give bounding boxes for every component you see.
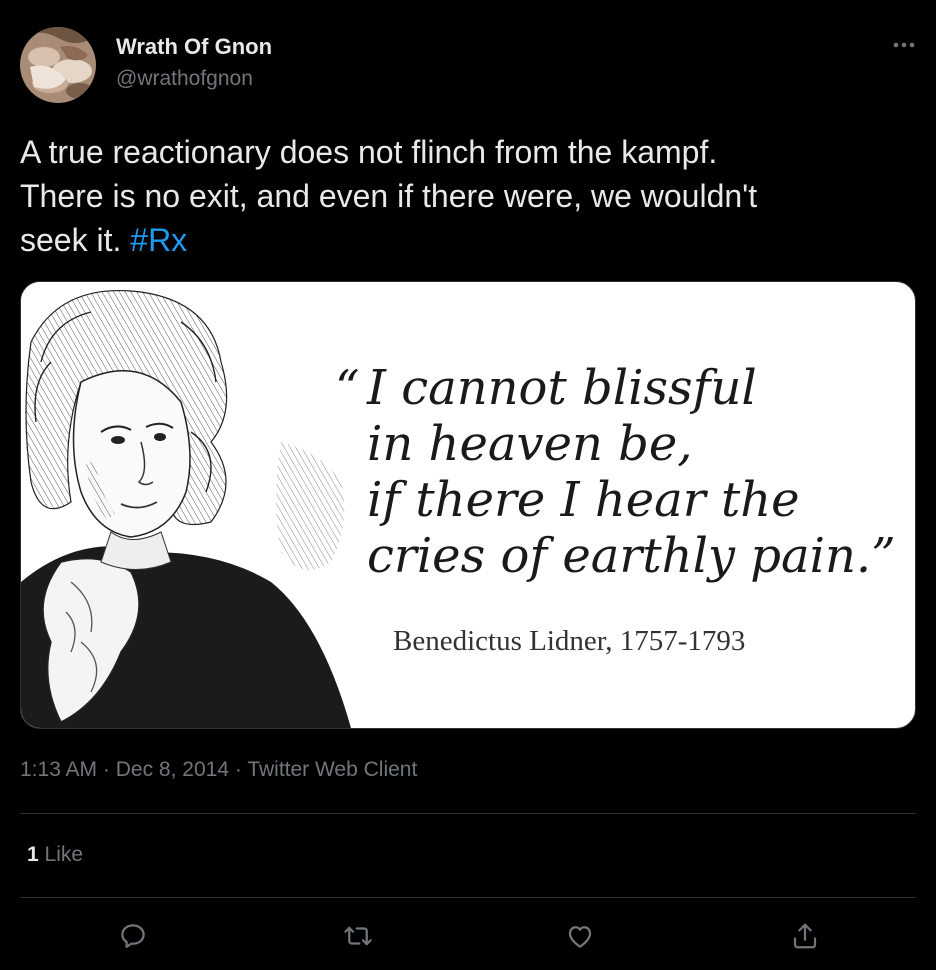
heart-icon <box>568 926 592 948</box>
tweet-client[interactable]: Twitter Web Client <box>247 758 417 781</box>
tweet-text-fragment: seek it. <box>20 222 131 258</box>
quote-line: cries of earthly pain.” <box>367 528 896 584</box>
quote-line-text: I cannot blissful <box>367 360 757 416</box>
tweet-text-line: A true reactionary does not flinch from … <box>20 134 718 170</box>
avatar-image <box>20 27 96 103</box>
quote-open-mark: “ <box>335 360 360 416</box>
display-name[interactable]: Wrath Of Gnon <box>116 34 272 60</box>
avatar[interactable] <box>20 27 96 103</box>
meta-separator: · <box>102 758 110 781</box>
portrait-engraving <box>21 282 361 728</box>
tweet-text-line: seek it. #Rx <box>20 218 900 262</box>
reply-button[interactable] <box>111 914 155 958</box>
divider <box>20 897 916 898</box>
likes-count: 1 <box>27 843 39 866</box>
tweet: Wrath Of Gnon @wrathofgnon A true reacti… <box>0 0 936 970</box>
quote-close-mark: ” <box>871 528 896 584</box>
retweet-button[interactable] <box>336 914 380 958</box>
likes-label: Like <box>44 843 84 866</box>
retweet-icon <box>344 926 372 946</box>
share-button[interactable] <box>783 914 827 958</box>
quote-line: in heaven be, <box>367 416 693 472</box>
reply-icon <box>121 924 145 948</box>
tweet-text-line: There is no exit, and even if there were… <box>20 178 758 214</box>
quote-text: “I cannot blissful in heaven be, if ther… <box>335 360 896 584</box>
tweet-time[interactable]: 1:13 AM <box>20 758 97 781</box>
quote-line: “I cannot blissful <box>335 360 896 416</box>
tweet-meta: 1:13 AM · Dec 8, 2014 · Twitter Web Clie… <box>20 758 417 782</box>
more-icon <box>893 42 915 48</box>
quote-attribution: Benedictus Lidner, 1757-1793 <box>393 625 746 657</box>
tweet-date[interactable]: Dec 8, 2014 <box>116 758 229 781</box>
likes-stat[interactable]: 1 Like <box>27 843 83 867</box>
quote-line: if there I hear the <box>367 472 800 528</box>
like-button[interactable] <box>558 914 602 958</box>
tweet-media-image[interactable]: “I cannot blissful in heaven be, if ther… <box>20 281 916 729</box>
meta-separator: · <box>234 758 242 781</box>
share-icon <box>793 923 817 949</box>
quote-line-text: cries of earthly pain. <box>367 528 872 584</box>
hashtag-link[interactable]: #Rx <box>130 222 187 258</box>
handle[interactable]: @wrathofgnon <box>116 67 253 91</box>
divider <box>20 813 916 814</box>
more-options-button[interactable] <box>884 30 924 60</box>
tweet-text: A true reactionary does not flinch from … <box>20 130 900 262</box>
action-bar <box>0 914 936 958</box>
